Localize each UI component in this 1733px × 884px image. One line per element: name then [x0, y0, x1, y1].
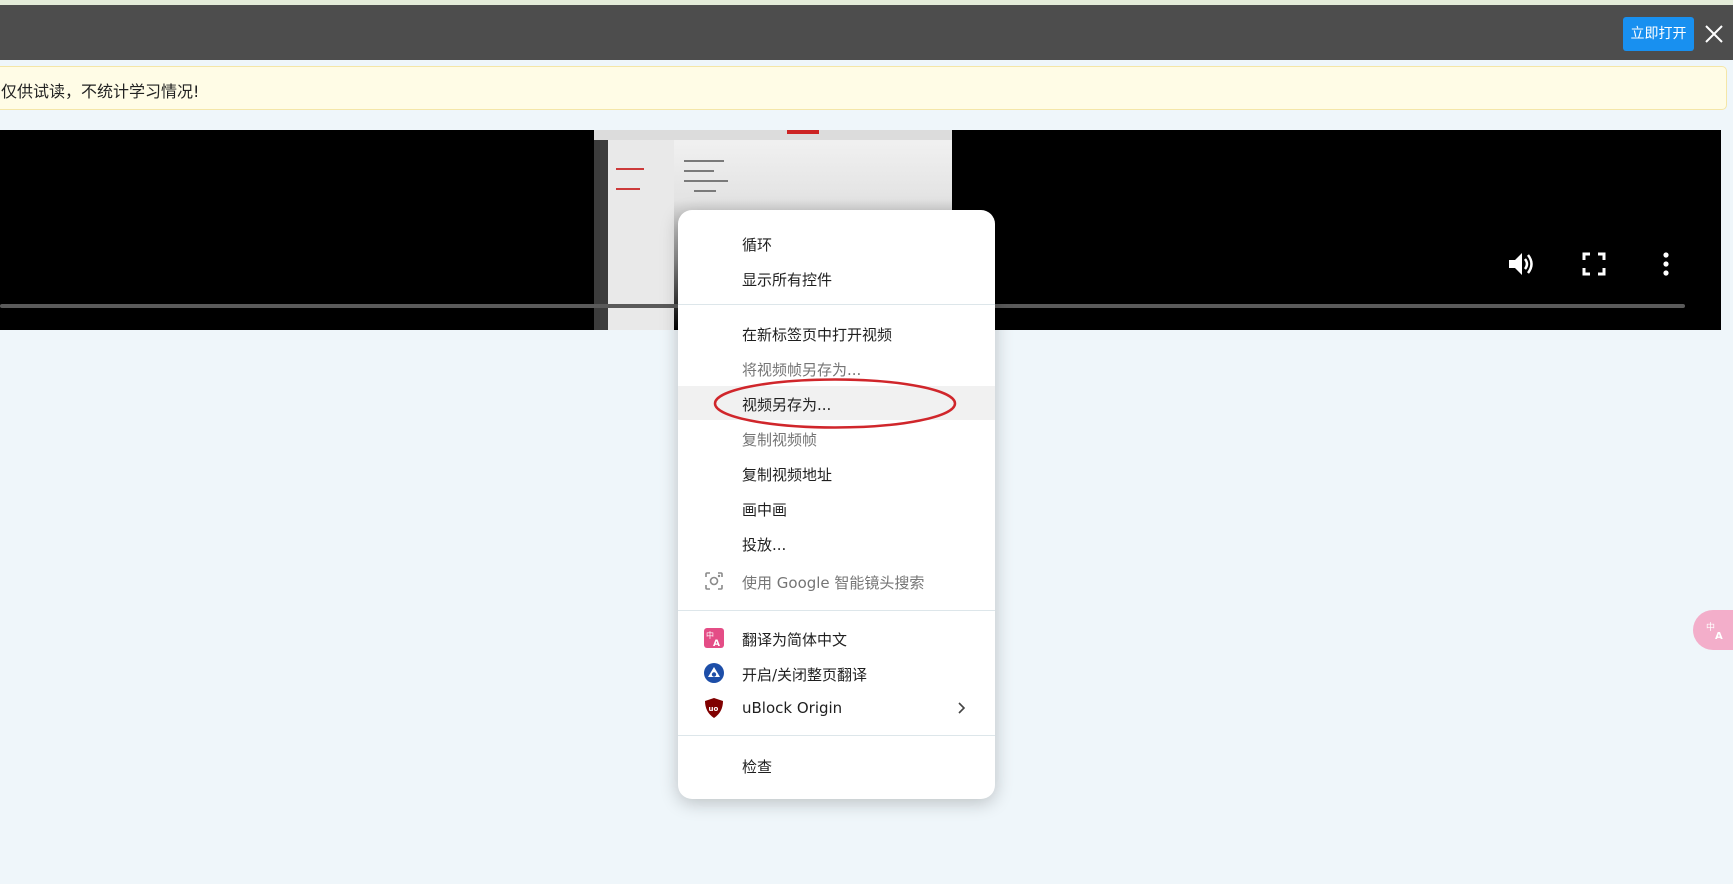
menu-item-show-controls[interactable]: 显示所有控件 [678, 261, 995, 295]
svg-text:uo: uo [709, 705, 719, 713]
open-now-button[interactable]: 立即打开 [1623, 17, 1694, 51]
red-circle-annotation [713, 378, 957, 429]
menu-item-translate-to-simplified-chinese[interactable]: 中 A 翻译为简体中文 [678, 621, 995, 655]
lens-icon [705, 572, 723, 590]
trial-notice: 仅供试读，不统计学习情况! [0, 66, 1727, 110]
volume-icon[interactable] [1505, 248, 1537, 280]
ublock-icon: uo [705, 698, 723, 718]
menu-item-picture-in-picture[interactable]: 画中画 [678, 491, 995, 525]
close-icon[interactable] [1702, 22, 1726, 46]
translate-icon: 中 A [1706, 621, 1723, 641]
svg-text:A: A [713, 639, 720, 648]
translate-icon: 中 A [704, 628, 724, 648]
svg-text:A: A [1715, 631, 1723, 641]
menu-item-copy-video-address[interactable]: 复制视频地址 [678, 456, 995, 490]
menu-item-inspect[interactable]: 检查 [678, 748, 995, 782]
menu-item-open-video-new-tab[interactable]: 在新标签页中打开视频 [678, 316, 995, 350]
video-context-menu: 循环 显示所有控件 在新标签页中打开视频 将视频帧另存为... 视频另存为...… [678, 210, 995, 799]
menu-item-toggle-page-translation[interactable]: 开启/关闭整页翻译 [678, 656, 995, 690]
floating-translate-button[interactable]: 中 A [1693, 610, 1733, 650]
menu-separator [678, 304, 995, 305]
menu-item-cast[interactable]: 投放... [678, 526, 995, 560]
menu-item-ublock-origin[interactable]: uo uBlock Origin [678, 691, 995, 725]
menu-separator [678, 610, 995, 611]
app-open-banner: 立即打开 [0, 5, 1733, 60]
fullscreen-icon[interactable] [1578, 248, 1610, 280]
trial-notice-text: 仅供试读，不统计学习情况! [1, 82, 200, 101]
chevron-right-icon [958, 702, 966, 714]
menu-item-google-lens-search[interactable]: 使用 Google 智能镜头搜索 [678, 564, 995, 598]
menu-separator [678, 735, 995, 736]
more-vert-icon[interactable] [1650, 248, 1682, 280]
svg-text:中: 中 [1706, 621, 1715, 633]
menu-item-loop[interactable]: 循环 [678, 226, 995, 260]
immersive-translate-icon [704, 663, 724, 683]
